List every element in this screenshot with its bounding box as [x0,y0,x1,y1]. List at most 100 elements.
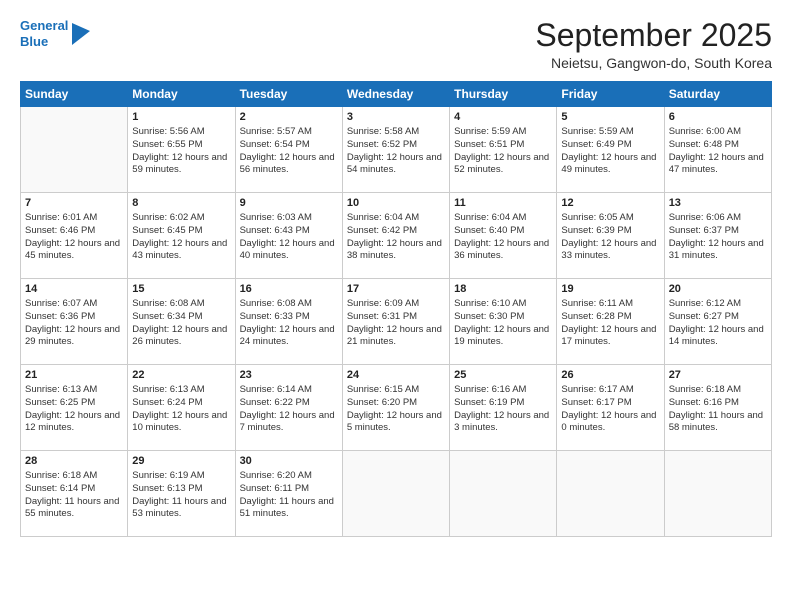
calendar-cell [450,451,557,537]
day-number: 27 [669,368,767,383]
calendar-cell [557,451,664,537]
day-header-tuesday: Tuesday [235,82,342,107]
day-number: 15 [132,282,230,297]
day-header-sunday: Sunday [21,82,128,107]
cell-info: Sunrise: 5:56 AMSunset: 6:55 PMDaylight:… [132,126,230,177]
day-header-friday: Friday [557,82,664,107]
day-number: 20 [669,282,767,297]
calendar-cell: 23Sunrise: 6:14 AMSunset: 6:22 PMDayligh… [235,365,342,451]
day-number: 30 [240,454,338,469]
calendar-cell: 13Sunrise: 6:06 AMSunset: 6:37 PMDayligh… [664,193,771,279]
cell-info: Sunrise: 6:07 AMSunset: 6:36 PMDaylight:… [25,298,123,349]
day-number: 13 [669,196,767,211]
cell-info: Sunrise: 6:15 AMSunset: 6:20 PMDaylight:… [347,384,445,435]
calendar-cell: 11Sunrise: 6:04 AMSunset: 6:40 PMDayligh… [450,193,557,279]
calendar-cell: 21Sunrise: 6:13 AMSunset: 6:25 PMDayligh… [21,365,128,451]
calendar-cell: 24Sunrise: 6:15 AMSunset: 6:20 PMDayligh… [342,365,449,451]
week-row-2: 7Sunrise: 6:01 AMSunset: 6:46 PMDaylight… [21,193,772,279]
day-number: 4 [454,110,552,125]
day-number: 7 [25,196,123,211]
day-number: 23 [240,368,338,383]
day-header-monday: Monday [128,82,235,107]
calendar-cell: 25Sunrise: 6:16 AMSunset: 6:19 PMDayligh… [450,365,557,451]
cell-info: Sunrise: 6:20 AMSunset: 6:11 PMDaylight:… [240,470,338,521]
calendar-cell: 14Sunrise: 6:07 AMSunset: 6:36 PMDayligh… [21,279,128,365]
calendar-cell: 4Sunrise: 5:59 AMSunset: 6:51 PMDaylight… [450,107,557,193]
day-number: 26 [561,368,659,383]
day-number: 14 [25,282,123,297]
cell-info: Sunrise: 6:08 AMSunset: 6:33 PMDaylight:… [240,298,338,349]
day-number: 29 [132,454,230,469]
day-number: 19 [561,282,659,297]
calendar-subtitle: Neietsu, Gangwon-do, South Korea [535,55,772,71]
day-number: 8 [132,196,230,211]
logo: General Blue [20,18,90,49]
day-header-wednesday: Wednesday [342,82,449,107]
day-number: 1 [132,110,230,125]
cell-info: Sunrise: 6:05 AMSunset: 6:39 PMDaylight:… [561,212,659,263]
calendar-cell: 9Sunrise: 6:03 AMSunset: 6:43 PMDaylight… [235,193,342,279]
day-number: 9 [240,196,338,211]
calendar-cell: 10Sunrise: 6:04 AMSunset: 6:42 PMDayligh… [342,193,449,279]
calendar-title: September 2025 [535,18,772,53]
day-number: 10 [347,196,445,211]
day-header-thursday: Thursday [450,82,557,107]
cell-info: Sunrise: 6:03 AMSunset: 6:43 PMDaylight:… [240,212,338,263]
day-number: 17 [347,282,445,297]
day-number: 22 [132,368,230,383]
cell-info: Sunrise: 6:14 AMSunset: 6:22 PMDaylight:… [240,384,338,435]
cell-info: Sunrise: 6:09 AMSunset: 6:31 PMDaylight:… [347,298,445,349]
day-number: 6 [669,110,767,125]
calendar-cell: 16Sunrise: 6:08 AMSunset: 6:33 PMDayligh… [235,279,342,365]
calendar-cell: 17Sunrise: 6:09 AMSunset: 6:31 PMDayligh… [342,279,449,365]
calendar-cell [664,451,771,537]
logo-text: General Blue [20,18,68,49]
cell-info: Sunrise: 5:58 AMSunset: 6:52 PMDaylight:… [347,126,445,177]
calendar-cell: 2Sunrise: 5:57 AMSunset: 6:54 PMDaylight… [235,107,342,193]
day-number: 11 [454,196,552,211]
cell-info: Sunrise: 6:13 AMSunset: 6:24 PMDaylight:… [132,384,230,435]
calendar-cell: 19Sunrise: 6:11 AMSunset: 6:28 PMDayligh… [557,279,664,365]
calendar-cell: 30Sunrise: 6:20 AMSunset: 6:11 PMDayligh… [235,451,342,537]
calendar-cell: 7Sunrise: 6:01 AMSunset: 6:46 PMDaylight… [21,193,128,279]
title-block: September 2025 Neietsu, Gangwon-do, Sout… [535,18,772,71]
cell-info: Sunrise: 6:19 AMSunset: 6:13 PMDaylight:… [132,470,230,521]
week-row-1: 1Sunrise: 5:56 AMSunset: 6:55 PMDaylight… [21,107,772,193]
calendar-cell [21,107,128,193]
cell-info: Sunrise: 6:06 AMSunset: 6:37 PMDaylight:… [669,212,767,263]
day-number: 28 [25,454,123,469]
cell-info: Sunrise: 6:18 AMSunset: 6:16 PMDaylight:… [669,384,767,435]
day-number: 24 [347,368,445,383]
day-number: 21 [25,368,123,383]
calendar-cell [342,451,449,537]
calendar-cell: 22Sunrise: 6:13 AMSunset: 6:24 PMDayligh… [128,365,235,451]
cell-info: Sunrise: 6:16 AMSunset: 6:19 PMDaylight:… [454,384,552,435]
cell-info: Sunrise: 6:02 AMSunset: 6:45 PMDaylight:… [132,212,230,263]
calendar-cell: 5Sunrise: 5:59 AMSunset: 6:49 PMDaylight… [557,107,664,193]
calendar-cell: 6Sunrise: 6:00 AMSunset: 6:48 PMDaylight… [664,107,771,193]
calendar-cell: 12Sunrise: 6:05 AMSunset: 6:39 PMDayligh… [557,193,664,279]
cell-info: Sunrise: 6:13 AMSunset: 6:25 PMDaylight:… [25,384,123,435]
day-number: 2 [240,110,338,125]
calendar-cell: 27Sunrise: 6:18 AMSunset: 6:16 PMDayligh… [664,365,771,451]
day-number: 12 [561,196,659,211]
day-header-saturday: Saturday [664,82,771,107]
cell-info: Sunrise: 6:11 AMSunset: 6:28 PMDaylight:… [561,298,659,349]
week-row-5: 28Sunrise: 6:18 AMSunset: 6:14 PMDayligh… [21,451,772,537]
cell-info: Sunrise: 6:18 AMSunset: 6:14 PMDaylight:… [25,470,123,521]
cell-info: Sunrise: 6:10 AMSunset: 6:30 PMDaylight:… [454,298,552,349]
cell-info: Sunrise: 5:57 AMSunset: 6:54 PMDaylight:… [240,126,338,177]
page: General Blue September 2025 Neietsu, Gan… [0,0,792,612]
day-number: 16 [240,282,338,297]
cell-info: Sunrise: 6:04 AMSunset: 6:40 PMDaylight:… [454,212,552,263]
day-header-row: SundayMondayTuesdayWednesdayThursdayFrid… [21,82,772,107]
day-number: 25 [454,368,552,383]
calendar-cell: 15Sunrise: 6:08 AMSunset: 6:34 PMDayligh… [128,279,235,365]
cell-info: Sunrise: 5:59 AMSunset: 6:49 PMDaylight:… [561,126,659,177]
calendar-cell: 26Sunrise: 6:17 AMSunset: 6:17 PMDayligh… [557,365,664,451]
day-number: 5 [561,110,659,125]
calendar-cell: 8Sunrise: 6:02 AMSunset: 6:45 PMDaylight… [128,193,235,279]
week-row-3: 14Sunrise: 6:07 AMSunset: 6:36 PMDayligh… [21,279,772,365]
calendar-cell: 3Sunrise: 5:58 AMSunset: 6:52 PMDaylight… [342,107,449,193]
cell-info: Sunrise: 6:12 AMSunset: 6:27 PMDaylight:… [669,298,767,349]
